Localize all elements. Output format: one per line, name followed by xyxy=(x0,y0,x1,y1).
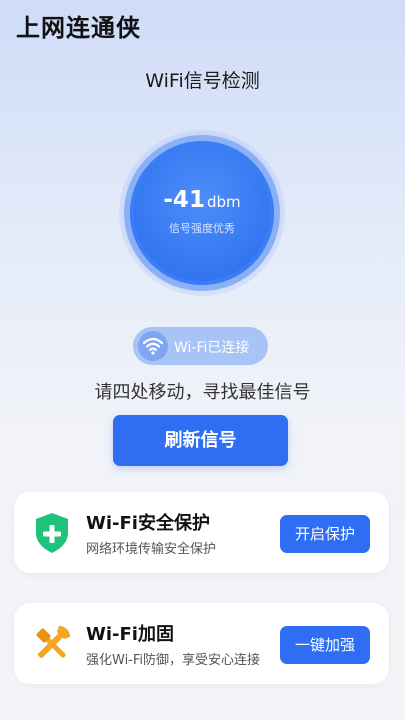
app-title: 上网连通侠 xyxy=(16,14,141,42)
wrench-screwdriver-icon xyxy=(36,625,71,659)
signal-value: -41 xyxy=(163,187,205,213)
signal-strength-readout: -41 dbm xyxy=(130,187,274,213)
signal-unit: dbm xyxy=(206,193,241,211)
shield-plus-icon xyxy=(36,513,68,553)
enable-protection-button[interactable]: 开启保护 xyxy=(280,515,370,553)
signal-quality-label: 信号强度优秀 xyxy=(169,222,235,235)
wifi-icon xyxy=(138,331,168,361)
one-click-strengthen-button[interactable]: 一键加强 xyxy=(280,626,370,664)
card-description: 网络环境传输安全保护 xyxy=(86,542,217,557)
refresh-signal-button[interactable]: 刷新信号 xyxy=(113,415,288,466)
card-title: Wi-Fi安全保护 xyxy=(86,513,210,534)
signal-gauge: -41 dbm 信号强度优秀 xyxy=(130,141,274,285)
wifi-status-pill: Wi-Fi已连接 xyxy=(133,327,268,365)
page-heading: WiFi信号检测 xyxy=(145,70,260,92)
move-hint: 请四处移动，寻找最佳信号 xyxy=(94,382,311,403)
card-wifi-security: Wi-Fi安全保护 网络环境传输安全保护 开启保护 xyxy=(14,492,389,573)
card-description: 强化Wi-Fi防御，享受安心连接 xyxy=(86,653,261,668)
card-title: Wi-Fi加固 xyxy=(86,624,174,645)
card-wifi-hardening: Wi-Fi加固 强化Wi-Fi防御，享受安心连接 一键加强 xyxy=(14,603,389,684)
wifi-status-label: Wi-Fi已连接 xyxy=(174,340,250,356)
